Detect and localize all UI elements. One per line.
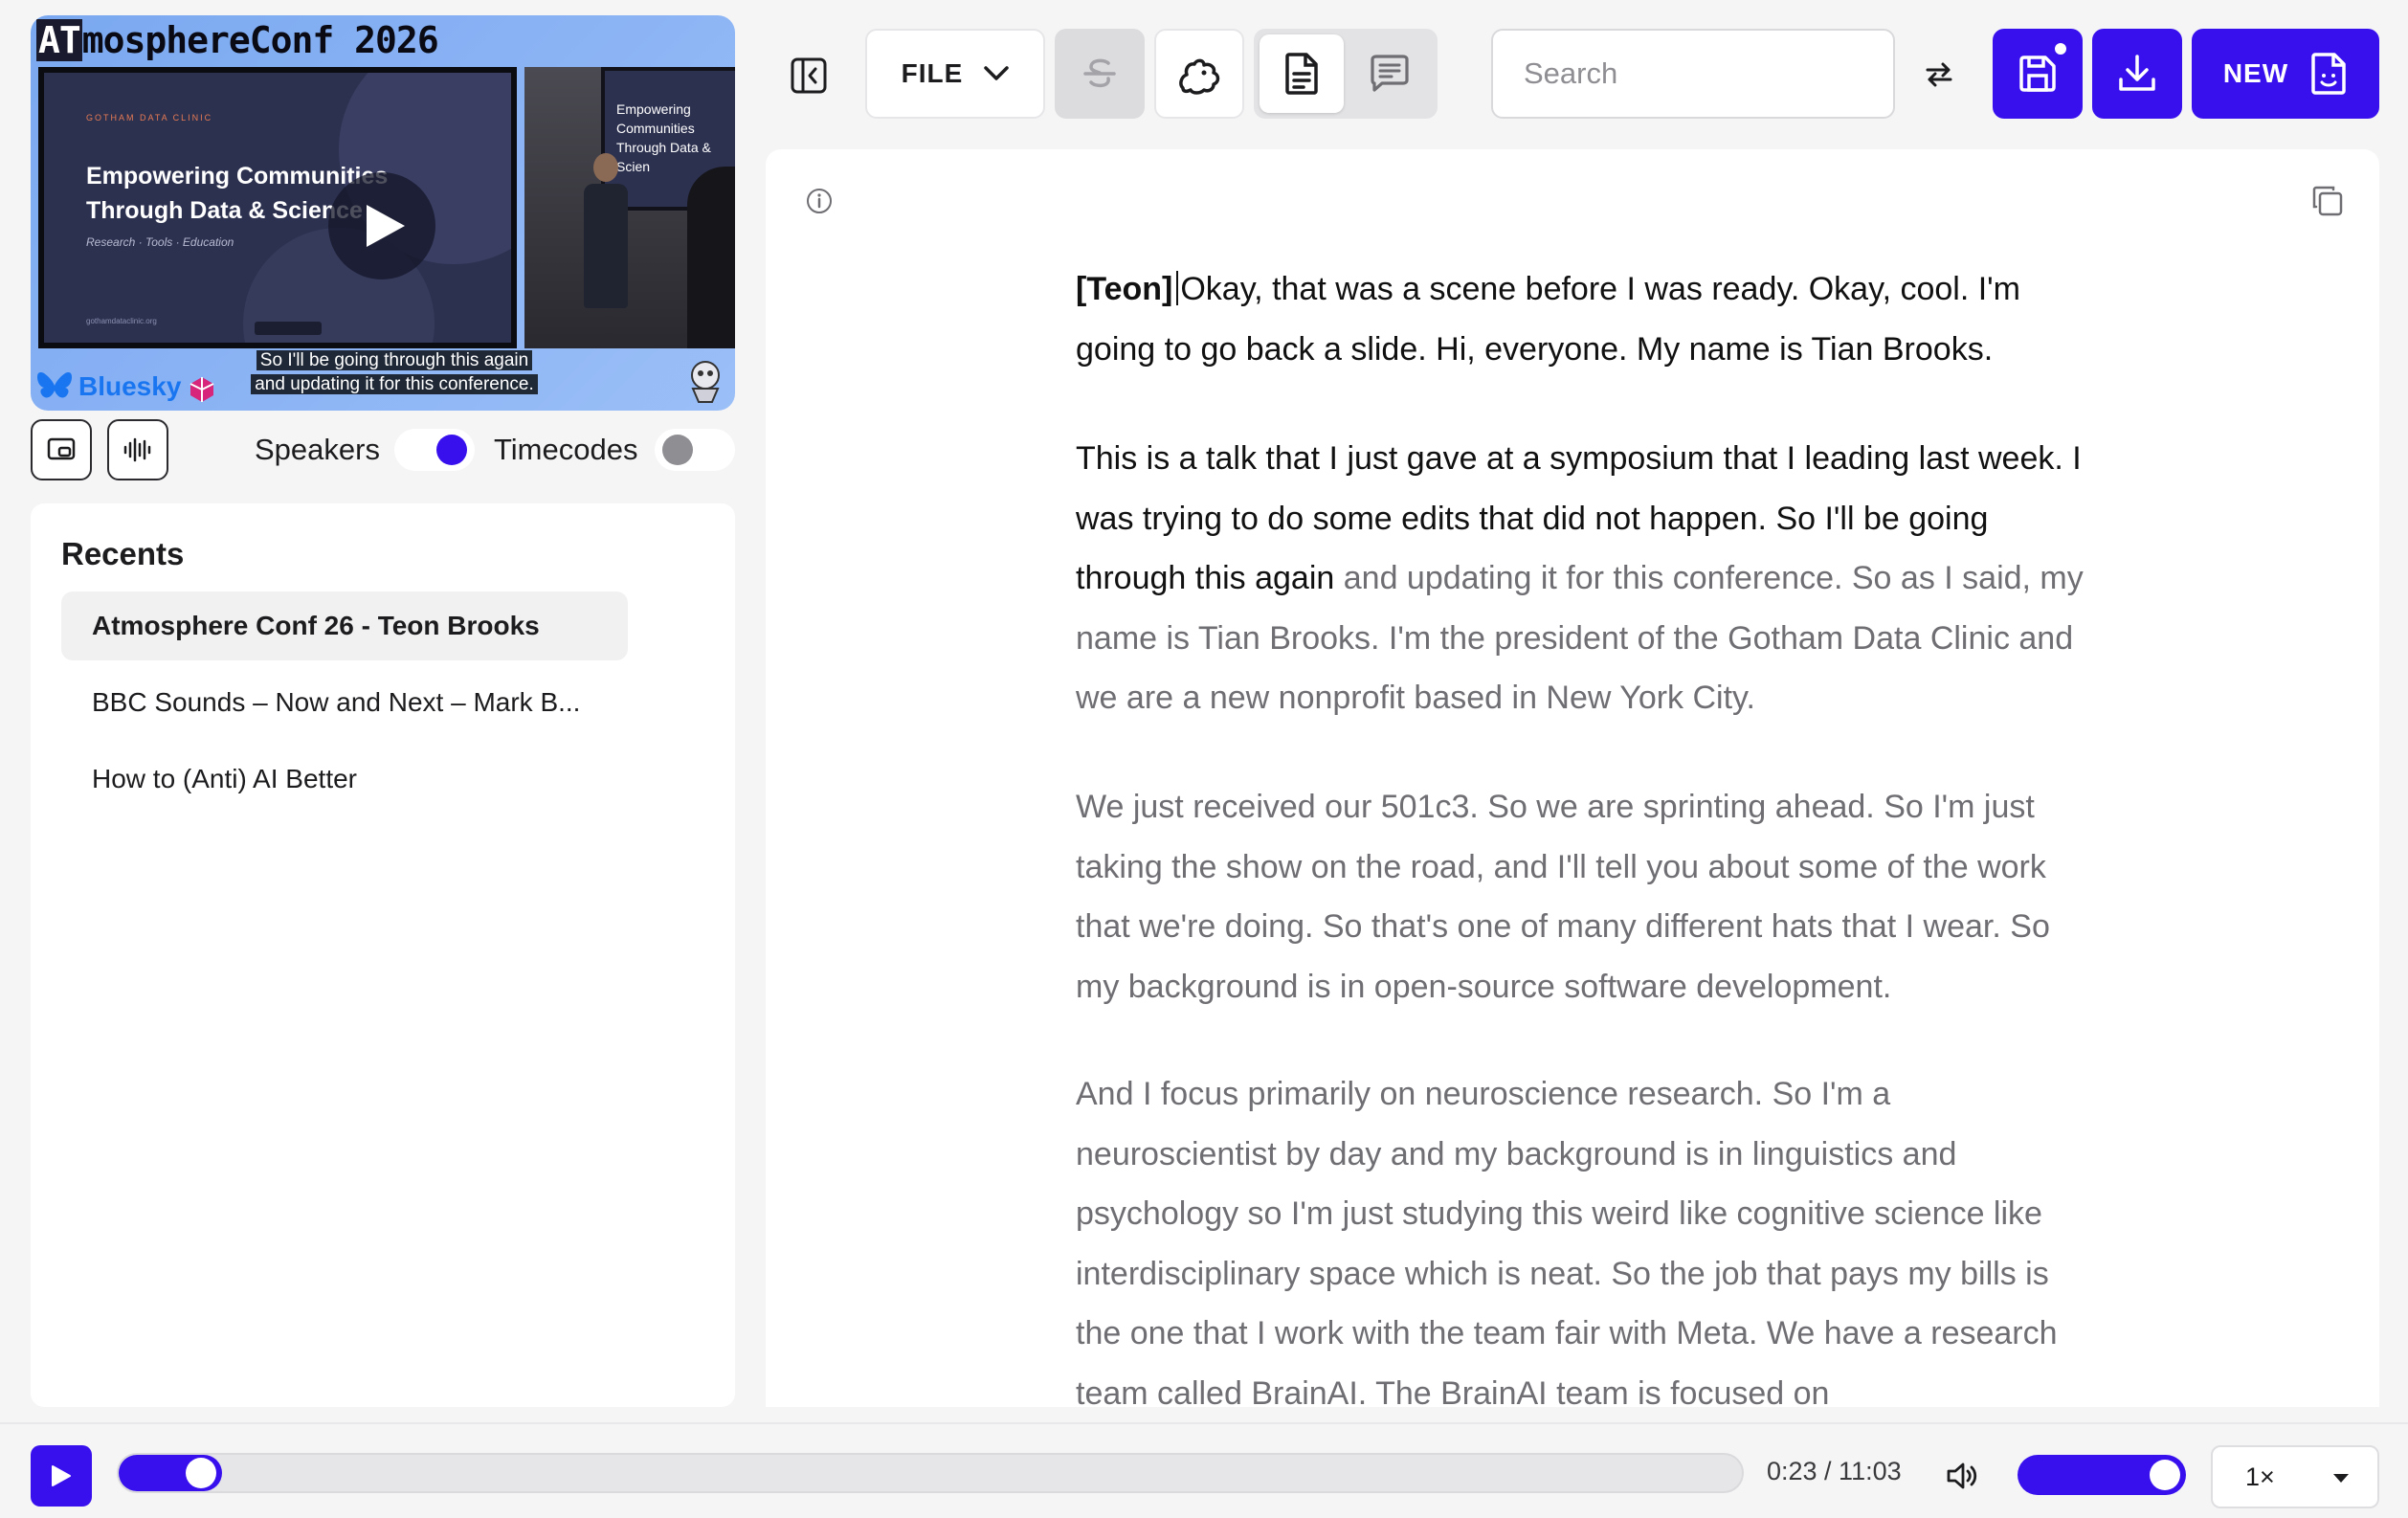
playback-speed-value: 1×: [2245, 1462, 2275, 1491]
recents-panel: Recents Atmosphere Conf 26 - Teon Brooks…: [31, 503, 735, 1407]
video-player[interactable]: ATmosphereConf 2026 GOTHAM DATA CLINIC E…: [31, 15, 735, 411]
download-icon: [2119, 55, 2155, 91]
waveform-icon: [123, 437, 151, 462]
spoken-text[interactable]: Okay, that was a scene before I was read…: [1076, 271, 2020, 368]
speakers-toggle[interactable]: [394, 429, 475, 471]
mascot-icon: [691, 361, 720, 403]
save-button[interactable]: [1993, 29, 2083, 119]
text-cursor: [1176, 271, 1179, 305]
recent-item[interactable]: BBC Sounds – Now and Next – Mark B...: [61, 668, 628, 737]
recent-item[interactable]: How to (Anti) AI Better: [61, 745, 628, 814]
atproto-logo-icon: [190, 377, 214, 402]
transcript-paragraph[interactable]: [Teon] Okay, that was a scene before I wa…: [1076, 259, 2100, 379]
info-icon[interactable]: [804, 186, 835, 216]
transcript-editor[interactable]: [Teon] Okay, that was a scene before I wa…: [766, 149, 2379, 1407]
volume-knob[interactable]: [2150, 1460, 2180, 1490]
transcript-paragraph[interactable]: We just received our 501c3. So we are sp…: [1076, 777, 2100, 1016]
chevron-down-icon: [2333, 1474, 2349, 1483]
squirrel-icon: [1179, 58, 1220, 95]
document-view-button[interactable]: [1260, 34, 1344, 113]
chevron-down-icon: [984, 66, 1010, 80]
time-display: 0:23 / 11:03: [1767, 1457, 1902, 1485]
save-icon: [2019, 56, 2056, 92]
swap-button[interactable]: [1918, 54, 1960, 96]
video-caption: So I'll be going through this again and u…: [222, 348, 567, 396]
slide-subtitle: Research · Tools · Education: [86, 235, 234, 249]
bluesky-logo: Bluesky: [36, 371, 181, 402]
strikethrough-button[interactable]: [1055, 29, 1145, 119]
view-mode-group: [1254, 29, 1438, 119]
strikethrough-icon: [1083, 58, 1116, 88]
new-button-label: NEW: [2222, 58, 2289, 88]
waveform-button[interactable]: [107, 419, 168, 480]
speakers-label: Speakers: [255, 433, 380, 466]
volume-slider[interactable]: [2018, 1455, 2186, 1495]
presentation-slide: GOTHAM DATA CLINIC Empowering Communitie…: [38, 67, 517, 348]
play-icon: [367, 205, 405, 247]
file-menu-button[interactable]: FILE: [865, 29, 1045, 119]
chat-icon: [1371, 55, 1409, 92]
play-button[interactable]: [31, 1445, 92, 1507]
timecodes-toggle-knob: [662, 435, 693, 465]
speakers-toggle-knob: [436, 435, 467, 465]
recents-heading: Recents: [61, 536, 185, 571]
butterfly-icon: [37, 372, 72, 398]
chat-view-button[interactable]: [1348, 34, 1432, 113]
copy-icon[interactable]: [2310, 184, 2345, 218]
video-play-button[interactable]: [328, 172, 435, 279]
conference-title: ATmosphereConf 2026: [36, 19, 439, 61]
recent-item[interactable]: Atmosphere Conf 26 - Teon Brooks: [61, 592, 628, 660]
picture-in-picture-button[interactable]: [31, 419, 92, 480]
new-document-icon: [2311, 53, 2346, 95]
slide-controls: [255, 322, 322, 335]
speaker-camera: Empowering Communities Through Data & Sc…: [524, 67, 735, 348]
playback-speed-select[interactable]: 1×: [2211, 1445, 2379, 1508]
timecodes-toggle[interactable]: [655, 429, 735, 471]
timecodes-label: Timecodes: [494, 433, 638, 466]
slide-url: gothamdataclinic.org: [86, 317, 157, 325]
volume-icon[interactable]: [1943, 1457, 1981, 1495]
document-icon: [1285, 53, 1318, 95]
collapse-sidebar-button[interactable]: [785, 52, 833, 100]
collapse-sidebar-icon: [791, 57, 827, 94]
transcript-paragraph[interactable]: This is a talk that I just gave at a sym…: [1076, 429, 2100, 728]
player-bar: 0:23 / 11:03 1×: [0, 1422, 2408, 1518]
new-button[interactable]: NEW: [2192, 29, 2379, 119]
progress-slider[interactable]: [117, 1453, 1744, 1493]
download-button[interactable]: [2092, 29, 2182, 119]
play-icon: [52, 1465, 71, 1486]
upcoming-text[interactable]: We just received our 501c3. So we are sp…: [1076, 789, 2050, 1005]
unsaved-indicator: [2052, 40, 2069, 57]
squirrel-button[interactable]: [1154, 29, 1244, 119]
progress-knob[interactable]: [186, 1458, 216, 1488]
search-input[interactable]: [1491, 29, 1895, 119]
slide-org: GOTHAM DATA CLINIC: [86, 113, 213, 123]
file-menu-label: FILE: [901, 58, 964, 88]
transcript-paragraph[interactable]: And I focus primarily on neuroscience re…: [1076, 1064, 2100, 1407]
speaker-figure: [584, 153, 628, 325]
picture-in-picture-icon: [47, 437, 76, 460]
speaker-label[interactable]: [Teon]: [1076, 271, 1172, 307]
upcoming-text[interactable]: And I focus primarily on neuroscience re…: [1076, 1076, 2058, 1407]
swap-icon: [1926, 62, 1952, 87]
